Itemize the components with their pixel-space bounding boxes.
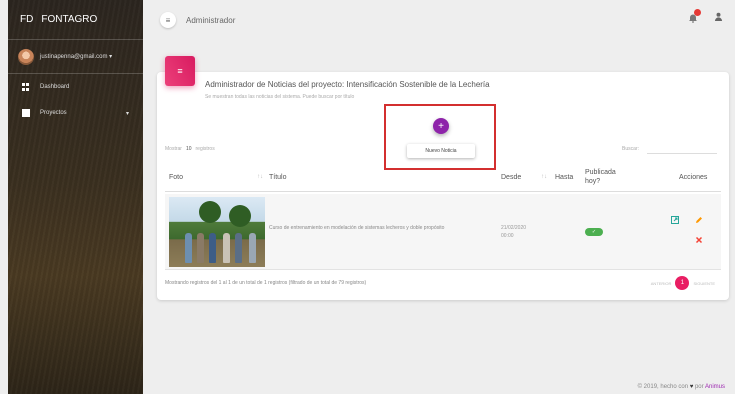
card-subtitle: Se muestran todas las noticias del siste…: [205, 94, 355, 100]
brand-short: FD: [20, 14, 34, 25]
pencil-icon: [696, 217, 702, 223]
news-date: 21/02/2020 00:00: [501, 225, 527, 239]
page-length-select[interactable]: 10: [186, 146, 192, 152]
sidebar-item-dashboard[interactable]: Dashboard: [8, 74, 143, 100]
sidebar-brand[interactable]: FD FONTAGRO: [8, 0, 143, 40]
brand-name: FONTAGRO: [41, 14, 98, 25]
news-photo: [169, 197, 265, 267]
col-hasta[interactable]: Hasta: [555, 174, 573, 181]
table-row: Curso de entrenamiento en modelación de …: [165, 194, 721, 270]
published-badge: ✓: [585, 228, 603, 236]
news-title: Curso de entrenamiento en modelación de …: [269, 225, 445, 231]
prev-page-button[interactable]: ANTERIOR: [651, 281, 672, 286]
edit-button[interactable]: [695, 216, 703, 226]
avatar: [18, 48, 34, 65]
show-prefix: Mostrar: [165, 146, 182, 152]
page-footer: © 2019, hecho con ♥ por Animus: [637, 384, 725, 390]
page-length-control: Mostrar 10 registros: [165, 146, 215, 152]
sidebar-item-label: Proyectos: [40, 110, 67, 116]
sort-icon: ↑↓: [257, 174, 263, 180]
person-icon: [714, 12, 723, 21]
sidebar-item-proyectos[interactable]: Proyectos ▾: [8, 100, 143, 126]
heart-icon: ♥: [689, 384, 694, 390]
pagination: ANTERIOR 1 SIGUIENTE: [651, 276, 715, 290]
clipboard-icon: [22, 109, 30, 117]
search-label: Buscar:: [622, 146, 639, 152]
news-admin-card: ≡ Administrador de Noticias del proyecto…: [157, 56, 729, 300]
list-icon: ≡: [165, 56, 195, 86]
table-header: Foto ↑↓ Título Desde ↑↓ Hasta Publicada …: [165, 166, 721, 192]
menu-toggle-button[interactable]: ≡: [160, 12, 176, 28]
next-page-button[interactable]: SIGUIENTE: [693, 281, 715, 286]
add-news-button[interactable]: +: [433, 118, 449, 134]
sidebar: FD FONTAGRO justinapenna@gmail.com ▾ Das…: [8, 0, 143, 394]
card-title: Administrador de Noticias del proyecto: …: [205, 80, 490, 89]
view-button[interactable]: [671, 216, 679, 226]
col-titulo[interactable]: Título: [269, 174, 287, 181]
add-news-tooltip: Nuevo Noticia: [407, 144, 475, 158]
menu-icon: ≡: [165, 15, 171, 25]
col-foto[interactable]: Foto: [169, 174, 183, 181]
dashboard-icon: [22, 83, 30, 91]
search-input[interactable]: [647, 144, 717, 154]
page-button-current[interactable]: 1: [675, 276, 690, 290]
col-desde[interactable]: Desde: [501, 174, 521, 181]
col-acciones: Acciones: [679, 174, 708, 181]
topbar: ≡ Administrador: [150, 0, 735, 40]
chevron-down-icon: ▾: [125, 110, 129, 117]
sidebar-item-label: Dashboard: [40, 84, 70, 90]
search-control: Buscar:: [622, 144, 717, 154]
col-publicada[interactable]: Publicada hoy?: [585, 168, 625, 186]
user-menu-button[interactable]: [714, 12, 723, 23]
show-suffix: registros: [195, 146, 215, 152]
user-email: justinapenna@gmail.com ▾: [40, 54, 113, 60]
page-title: Administrador: [186, 15, 236, 25]
sidebar-user[interactable]: justinapenna@gmail.com ▾: [8, 40, 143, 74]
notification-badge: [694, 8, 701, 16]
close-icon: [695, 236, 703, 244]
external-link-icon: [671, 216, 679, 224]
footer-brand-link[interactable]: Animus: [705, 384, 725, 390]
table-info: Mostrando registros del 1 al 1 de un tot…: [165, 280, 367, 286]
highlight-box: [384, 104, 496, 170]
delete-button[interactable]: [695, 236, 703, 246]
sort-icon: ↑↓: [541, 174, 547, 180]
notification-button[interactable]: [688, 8, 701, 23]
